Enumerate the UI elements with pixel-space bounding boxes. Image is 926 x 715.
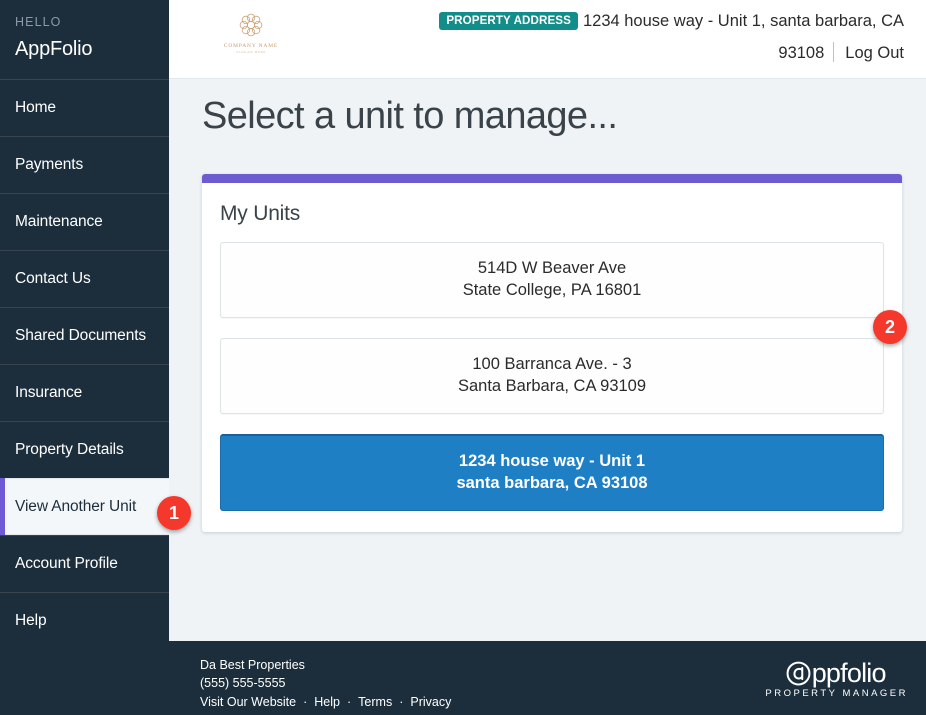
sidebar-item-label: Payments (15, 156, 84, 173)
sidebar-item-label: View Another Unit (15, 497, 137, 515)
footer-phone: (555) 555-5555 (200, 676, 286, 690)
sidebar-item-maintenance[interactable]: Maintenance (0, 193, 169, 250)
annotation-badge-1: 1 (157, 496, 191, 530)
log-out-link[interactable]: Log Out (845, 44, 904, 62)
sidebar-nav-list: Home Payments Maintenance Contact Us Sha… (0, 79, 169, 649)
sidebar: HELLO AppFolio Home Payments Maintenance… (0, 0, 169, 715)
footer-link-terms[interactable]: Terms (358, 695, 392, 709)
sidebar-item-view-another-unit[interactable]: View Another Unit (0, 478, 169, 535)
footer-link-help[interactable]: Help (314, 695, 340, 709)
sidebar-item-home[interactable]: Home (0, 79, 169, 136)
page-root: HELLO AppFolio Home Payments Maintenance… (0, 0, 926, 715)
company-logo[interactable]: COMPANY NAME SLOGAN HERE (211, 8, 291, 54)
unit-option-100-barranca-ave-3[interactable]: 100 Barranca Ave. - 3 Santa Barbara, CA … (220, 338, 884, 414)
sidebar-item-label: Property Details (15, 441, 124, 458)
property-address-line2: 93108 (778, 44, 825, 63)
sidebar-item-label: Insurance (15, 384, 83, 401)
unit-list: 514D W Beaver Ave State College, PA 1680… (202, 226, 902, 511)
header-address-block: PROPERTY ADDRESS 1234 house way - Unit 1,… (434, 6, 904, 68)
my-units-card: My Units 514D W Beaver Ave State College… (202, 174, 902, 532)
footer-company-name: Da Best Properties (200, 658, 305, 672)
footer-separator: · (347, 695, 352, 709)
sidebar-item-property-details[interactable]: Property Details (0, 421, 169, 478)
unit-option-514d-w-beaver-ave[interactable]: 514D W Beaver Ave State College, PA 1680… (220, 242, 884, 318)
sidebar-item-label: Maintenance (15, 213, 103, 230)
footer-link-privacy[interactable]: Privacy (410, 695, 451, 709)
property-address-badge: PROPERTY ADDRESS (439, 12, 578, 30)
footer-separator: · (303, 695, 308, 709)
footer-separator: · (399, 695, 404, 709)
unit-address-line2: State College, PA 16801 (462, 281, 642, 299)
appfolio-brand-text: ppfolio (811, 658, 887, 688)
unit-address-line1: 1234 house way - Unit 1 (458, 452, 646, 470)
sidebar-item-payments[interactable]: Payments (0, 136, 169, 193)
greeting-hello-label: HELLO (15, 15, 62, 29)
property-address-line1: 1234 house way - Unit 1, santa barbara, … (582, 12, 904, 30)
page-header: COMPANY NAME SLOGAN HERE PROPERTY ADDRES… (169, 0, 926, 79)
appfolio-wordmark: ppfolio (763, 659, 908, 687)
footer-info: Da Best Properties (555) 555-5555 Visit … (200, 656, 451, 711)
sidebar-item-shared-documents[interactable]: Shared Documents (0, 307, 169, 364)
floral-rosette-icon (239, 13, 263, 37)
main-content: Select a unit to manage... My Units 514D… (169, 79, 926, 641)
logo-company-name: COMPANY NAME (223, 43, 279, 49)
unit-option-1234-house-way-unit-1[interactable]: 1234 house way - Unit 1 santa barbara, C… (220, 434, 884, 511)
unit-address-line1: 100 Barranca Ave. - 3 (472, 355, 632, 373)
sidebar-greeting: HELLO AppFolio (0, 0, 169, 79)
appfolio-logo: ppfolio PROPERTY MANAGER (763, 659, 908, 699)
footer-link-visit-our-website[interactable]: Visit Our Website (200, 695, 296, 709)
account-name: AppFolio (15, 38, 93, 60)
annotation-badge-2: 2 (873, 310, 907, 344)
header-logout-row: 93108 Log Out (434, 38, 904, 68)
sidebar-item-label: Account Profile (15, 555, 118, 572)
card-accent-bar (202, 174, 902, 183)
sidebar-item-label: Home (15, 99, 56, 116)
property-address-row: PROPERTY ADDRESS 1234 house way - Unit 1,… (434, 6, 904, 36)
sidebar-item-contact-us[interactable]: Contact Us (0, 250, 169, 307)
appfolio-a-circle-icon (786, 661, 811, 685)
unit-address-line2: Santa Barbara, CA 93109 (457, 377, 647, 395)
sidebar-item-help[interactable]: Help (0, 592, 169, 649)
footer-links: Visit Our Website · Help · Terms · Privacy (200, 693, 451, 711)
unit-address-line2: santa barbara, CA 93108 (456, 474, 648, 492)
my-units-title: My Units (220, 202, 301, 225)
header-divider (833, 42, 835, 63)
sidebar-item-label: Help (15, 612, 47, 629)
sidebar-item-account-profile[interactable]: Account Profile (0, 535, 169, 592)
sidebar-item-insurance[interactable]: Insurance (0, 364, 169, 421)
sidebar-item-label: Contact Us (15, 270, 91, 287)
page-footer: Da Best Properties (555) 555-5555 Visit … (169, 641, 926, 715)
unit-address-line1: 514D W Beaver Ave (477, 259, 627, 277)
sidebar-item-label: Shared Documents (15, 327, 147, 344)
page-title: Select a unit to manage... (202, 95, 618, 137)
appfolio-brand-subtitle: PROPERTY MANAGER (765, 688, 908, 699)
logo-tagline: SLOGAN HERE (235, 50, 267, 54)
